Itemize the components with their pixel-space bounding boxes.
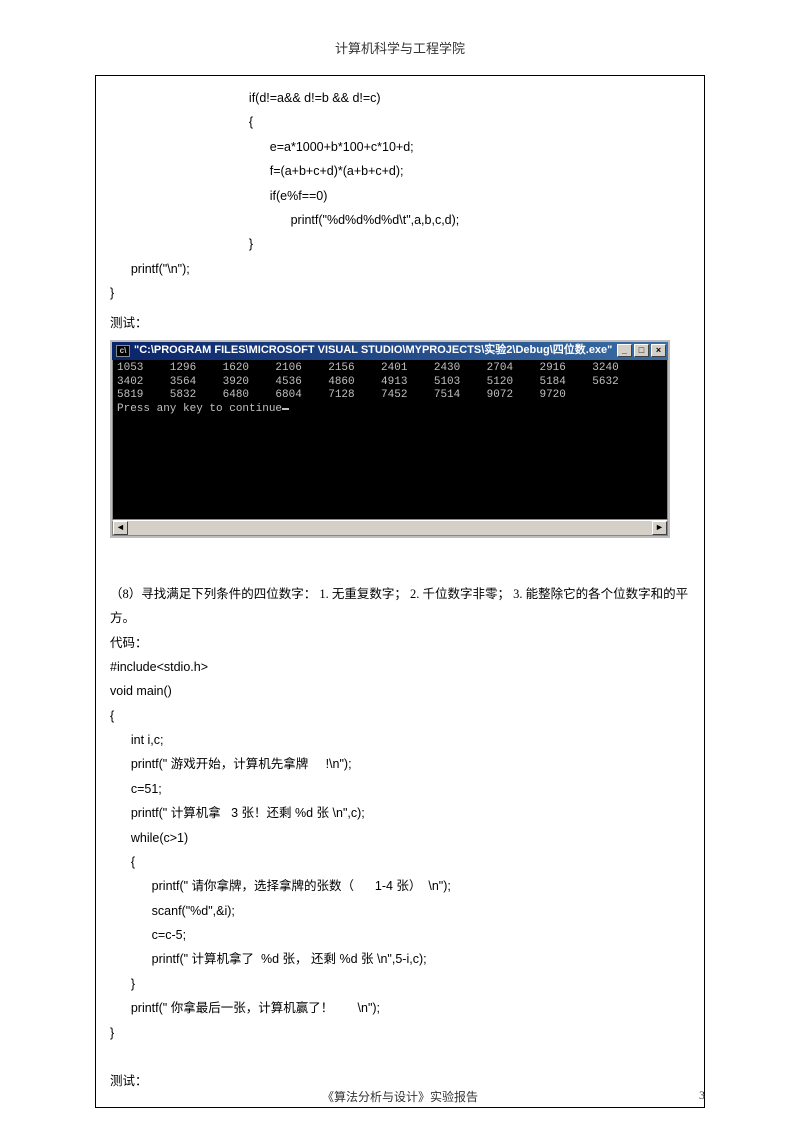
code-line: if(e%f==0) <box>110 184 690 208</box>
close-button[interactable]: × <box>651 344 666 357</box>
code-line: printf(" 请你拿牌，选择拿牌的张数（ 1-4 张） \n"); <box>110 874 690 898</box>
code-line: printf(" 计算机拿了 %d 张， 还剩 %d 张 \n",5-i,c); <box>110 947 690 971</box>
test-label: 测试： <box>110 311 690 335</box>
content-box: if(d!=a&& d!=b && d!=c) { e=a*1000+b*100… <box>95 75 705 1108</box>
console-continue: Press any key to continue <box>117 403 663 417</box>
cursor-icon <box>282 408 289 410</box>
code-line: f=(a+b+c+d)*(a+b+c+d); <box>110 159 690 183</box>
code-line: { <box>110 110 690 134</box>
code-line: } <box>110 232 690 256</box>
code-line: printf(" 计算机拿 3 张！还剩 %d 张 \n",c); <box>110 801 690 825</box>
code-line: c=51; <box>110 777 690 801</box>
code-line: printf("\n"); <box>110 257 690 281</box>
code-line: if(d!=a&& d!=b && d!=c) <box>110 86 690 110</box>
code-line: c=c-5; <box>110 923 690 947</box>
footer-title: 《算法分析与设计》实验报告 <box>0 1088 800 1105</box>
code-line: e=a*1000+b*100+c*10+d; <box>110 135 690 159</box>
code-line: #include<stdio.h> <box>110 655 690 679</box>
scroll-right-icon[interactable]: ► <box>652 521 667 535</box>
code-line: printf("%d%d%d%d\t",a,b,c,d); <box>110 208 690 232</box>
problem-8-text: （8）寻找满足下列条件的四位数字： 1. 无重复数字； 2. 千位数字非零； 3… <box>110 582 690 631</box>
console-body: 1053 1296 1620 2106 2156 2401 2430 2704 … <box>112 360 668 520</box>
scroll-left-icon[interactable]: ◄ <box>113 521 128 535</box>
maximize-button[interactable]: □ <box>634 344 649 357</box>
console-title: "C:\PROGRAM FILES\MICROSOFT VISUAL STUDI… <box>134 340 617 361</box>
console-output-row: 5819 5832 6480 6804 7128 7452 7514 9072 … <box>117 389 663 403</box>
cmd-icon: c\ <box>116 345 130 357</box>
console-titlebar: c\ "C:\PROGRAM FILES\MICROSOFT VISUAL ST… <box>112 342 668 360</box>
page: 计算机科学与工程学院 if(d!=a&& d!=b && d!=c) { e=a… <box>0 0 800 1108</box>
code-line: scanf("%d",&i); <box>110 899 690 923</box>
code-line: int i,c; <box>110 728 690 752</box>
code-line: } <box>110 281 690 305</box>
page-header: 计算机科学与工程学院 <box>95 38 705 57</box>
console-window: c\ "C:\PROGRAM FILES\MICROSOFT VISUAL ST… <box>110 340 670 538</box>
page-footer: 《算法分析与设计》实验报告 3 <box>0 1088 800 1103</box>
code-line: while(c>1) <box>110 826 690 850</box>
code-line: { <box>110 850 690 874</box>
console-output-row: 3402 3564 3920 4536 4860 4913 5103 5120 … <box>117 376 663 390</box>
console-scrollbar[interactable]: ◄ ► <box>112 520 668 536</box>
minimize-button[interactable]: _ <box>617 344 632 357</box>
code-line: } <box>110 972 690 996</box>
code-line: { <box>110 704 690 728</box>
code-line: printf(" 你拿最后一张，计算机赢了！ \n"); <box>110 996 690 1020</box>
code-line: printf(" 游戏开始，计算机先拿牌 !\n"); <box>110 752 690 776</box>
code-line: } <box>110 1021 690 1045</box>
code-label: 代码： <box>110 631 690 655</box>
console-output-row: 1053 1296 1620 2106 2156 2401 2430 2704 … <box>117 362 663 376</box>
code-line: void main() <box>110 679 690 703</box>
